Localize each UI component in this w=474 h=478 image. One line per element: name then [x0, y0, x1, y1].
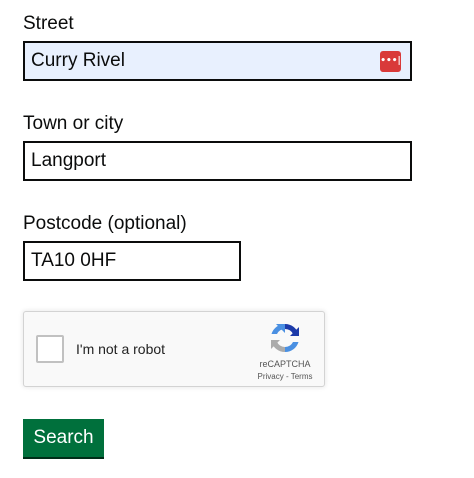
recaptcha-widget: I'm not a robot reCAPTCHA Privacy - Term… — [23, 311, 325, 387]
postcode-label: Postcode (optional) — [23, 213, 187, 234]
postcode-input[interactable] — [23, 241, 241, 281]
recaptcha-links: Privacy - Terms — [246, 372, 324, 381]
recaptcha-terms-link[interactable]: Terms — [291, 372, 313, 381]
town-label: Town or city — [23, 113, 124, 134]
street-label: Street — [23, 13, 74, 34]
recaptcha-link-separator: - — [283, 372, 291, 381]
password-manager-icon[interactable]: •••| — [380, 51, 401, 72]
recaptcha-brand: reCAPTCHA — [259, 359, 311, 369]
street-input[interactable] — [23, 41, 412, 81]
recaptcha-privacy-link[interactable]: Privacy — [258, 372, 284, 381]
recaptcha-checkbox[interactable] — [36, 335, 64, 363]
recaptcha-logo-icon — [271, 323, 299, 353]
town-input[interactable] — [23, 141, 412, 181]
search-button[interactable]: Search — [23, 419, 104, 459]
recaptcha-checkbox-label: I'm not a robot — [76, 341, 166, 357]
